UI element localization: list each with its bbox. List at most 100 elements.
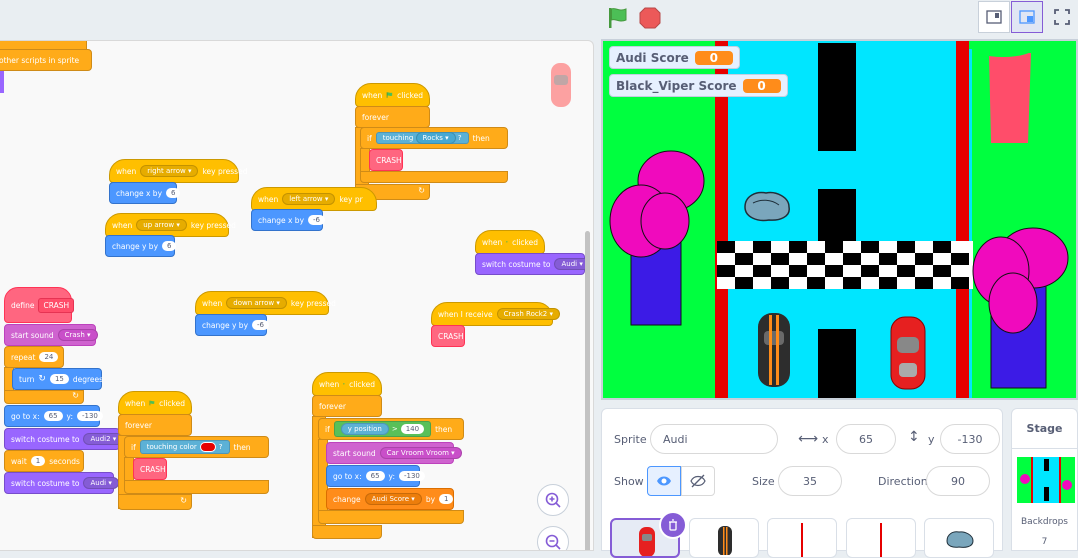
block-label: start sound bbox=[11, 331, 54, 340]
change-variable-block[interactable]: change Audi Score ▾ by 1 bbox=[326, 488, 454, 510]
forever-block[interactable]: forever bbox=[312, 395, 382, 417]
dropdown-value: Audi bbox=[561, 260, 577, 268]
forever-block[interactable]: forever bbox=[118, 414, 192, 436]
greater-than-block[interactable]: y position > 140 bbox=[334, 421, 431, 437]
other-scripts-block[interactable]: other scripts in sprite bbox=[0, 49, 92, 71]
number-input[interactable]: 24 bbox=[39, 352, 58, 362]
number-input[interactable]: -6 bbox=[252, 320, 269, 330]
y-position-reporter[interactable]: y position bbox=[341, 423, 389, 435]
go-to-xy-block[interactable]: go to x: 65 y: -130 bbox=[326, 465, 420, 487]
number-input[interactable]: 1 bbox=[31, 456, 45, 466]
number-input[interactable]: -130 bbox=[77, 411, 103, 421]
number-input[interactable]: -130 bbox=[399, 471, 425, 481]
when-key-pressed-hat[interactable]: when left arrow ▾ key pr bbox=[251, 187, 377, 211]
when-key-pressed-hat[interactable]: when right arrow ▾ key pressed bbox=[109, 159, 239, 183]
when-flag-clicked-hat[interactable]: when clicked bbox=[312, 372, 382, 396]
black-viper-score-monitor[interactable]: Black_Viper Score 0 bbox=[609, 74, 788, 97]
small-stage-button[interactable] bbox=[978, 1, 1010, 33]
size-input[interactable]: 35 bbox=[778, 466, 842, 496]
sprite-name-input[interactable]: Audi bbox=[650, 424, 778, 454]
sound-dropdown[interactable]: Crash ▾ bbox=[58, 329, 98, 341]
audi-score-monitor[interactable]: Audi Score 0 bbox=[609, 46, 740, 69]
change-x-block[interactable]: change x by 6 bbox=[109, 182, 177, 204]
if-block[interactable]: if y position > 140 then bbox=[318, 418, 464, 440]
zoom-out-button[interactable] bbox=[537, 526, 569, 551]
change-y-block[interactable]: change y by 6 bbox=[105, 235, 175, 257]
when-key-pressed-hat[interactable]: when down arrow ▾ key pressed bbox=[195, 291, 329, 315]
number-input[interactable]: 65 bbox=[44, 411, 63, 421]
if-block[interactable]: if touching color ? then bbox=[124, 436, 269, 458]
dropdown-value: Audi bbox=[90, 479, 106, 487]
stage-target-panel[interactable]: Stage Backdrops 7 bbox=[1011, 408, 1078, 551]
forever-block[interactable]: forever bbox=[355, 106, 430, 128]
switch-costume-block[interactable]: switch costume to Audi ▾ bbox=[475, 253, 585, 275]
define-crash-block[interactable]: define CRASH bbox=[4, 287, 72, 323]
direction-input[interactable]: 90 bbox=[926, 466, 990, 496]
number-input[interactable]: 15 bbox=[50, 374, 69, 384]
stage[interactable]: Audi Score 0 Black_Viper Score 0 bbox=[601, 39, 1078, 400]
color-picker-swatch[interactable] bbox=[200, 442, 216, 452]
touching-block[interactable]: touching Rocks ▾ ? bbox=[376, 132, 469, 144]
y-input[interactable]: -130 bbox=[940, 424, 1000, 454]
switch-costume-block[interactable]: switch costume to Audi2 ▾ bbox=[4, 428, 120, 450]
touching-target-dropdown[interactable]: Rocks ▾ bbox=[416, 132, 456, 144]
number-input[interactable]: 140 bbox=[401, 424, 424, 434]
sprite-thumb-rock[interactable] bbox=[924, 518, 994, 558]
fullscreen-button[interactable] bbox=[1046, 1, 1078, 33]
number-input[interactable]: 6 bbox=[162, 241, 176, 251]
y-arrows-icon: ↕ bbox=[908, 429, 920, 445]
block-label: if bbox=[367, 134, 372, 143]
stop-icon[interactable] bbox=[638, 6, 662, 30]
key-dropdown[interactable]: right arrow ▾ bbox=[140, 165, 198, 177]
sprite-thumb-line-1[interactable] bbox=[767, 518, 837, 558]
message-dropdown[interactable]: Crash Rock2 ▾ bbox=[497, 308, 560, 320]
when-key-pressed-hat[interactable]: when up arrow ▾ key pressed bbox=[105, 213, 229, 237]
zoom-in-button[interactable] bbox=[537, 484, 569, 516]
sprite-thumb-line-2[interactable] bbox=[846, 518, 916, 558]
when-flag-clicked-hat[interactable]: when clicked bbox=[355, 83, 430, 107]
when-flag-clicked-hat[interactable]: when clicked bbox=[118, 391, 192, 415]
switch-costume-block[interactable]: switch costume to Audi ▾ bbox=[4, 472, 114, 494]
green-flag-icon[interactable] bbox=[606, 6, 630, 30]
when-i-receive-hat[interactable]: when I receive Crash Rock2 ▾ bbox=[431, 302, 553, 326]
sprite-thumb-black-viper[interactable] bbox=[689, 518, 759, 558]
key-dropdown[interactable]: up arrow ▾ bbox=[136, 219, 187, 231]
if-end bbox=[360, 171, 508, 183]
normal-stage-button[interactable] bbox=[1011, 1, 1043, 33]
x-arrows-icon: ⟷ bbox=[798, 431, 818, 447]
loop-arrow-icon: ↻ bbox=[418, 186, 425, 195]
block-label: go to x: bbox=[11, 412, 40, 421]
top-bar bbox=[0, 0, 1078, 38]
change-y-block[interactable]: change y by -6 bbox=[195, 314, 267, 336]
crash-call-block[interactable]: CRASH bbox=[431, 325, 465, 347]
block-label: change y by bbox=[112, 242, 158, 251]
costume-dropdown[interactable]: Audi ▾ bbox=[83, 477, 118, 489]
show-visible-button[interactable] bbox=[647, 466, 681, 496]
when-flag-clicked-hat[interactable]: when clicked bbox=[475, 230, 545, 254]
delete-sprite-button[interactable] bbox=[659, 511, 687, 539]
show-hidden-button[interactable] bbox=[681, 466, 715, 496]
variable-dropdown[interactable]: Audi Score ▾ bbox=[365, 493, 422, 505]
number-input[interactable]: 65 bbox=[366, 471, 385, 481]
start-sound-block[interactable]: start sound Car Vroom Vroom ▾ bbox=[326, 442, 454, 464]
if-block[interactable]: if touching Rocks ▾ ? then bbox=[360, 127, 508, 149]
turn-block[interactable]: turn ↻ 15 degrees bbox=[12, 368, 102, 390]
number-input[interactable]: 6 bbox=[166, 188, 180, 198]
key-dropdown[interactable]: down arrow ▾ bbox=[226, 297, 287, 309]
change-x-block[interactable]: change x by -6 bbox=[251, 209, 323, 231]
repeat-block[interactable]: repeat 24 bbox=[4, 346, 64, 368]
code-area[interactable]: other scripts in sprite when clicked for… bbox=[0, 40, 594, 551]
dropdown-value: right arrow bbox=[147, 167, 185, 175]
number-input[interactable]: -6 bbox=[308, 215, 325, 225]
crash-call-block[interactable]: CRASH bbox=[369, 149, 403, 171]
start-sound-block[interactable]: start sound Crash ▾ bbox=[4, 324, 96, 346]
go-to-xy-block[interactable]: go to x: 65 y: -130 bbox=[4, 405, 100, 427]
touching-color-block[interactable]: touching color ? bbox=[140, 440, 230, 454]
sound-dropdown[interactable]: Car Vroom Vroom ▾ bbox=[380, 447, 462, 459]
crash-call-block[interactable]: CRASH bbox=[133, 458, 167, 480]
code-scrollbar[interactable] bbox=[585, 231, 590, 551]
number-input[interactable]: 1 bbox=[439, 494, 453, 504]
x-input[interactable]: 65 bbox=[836, 424, 896, 454]
key-dropdown[interactable]: left arrow ▾ bbox=[282, 193, 335, 205]
wait-block[interactable]: wait 1 seconds bbox=[4, 450, 84, 472]
